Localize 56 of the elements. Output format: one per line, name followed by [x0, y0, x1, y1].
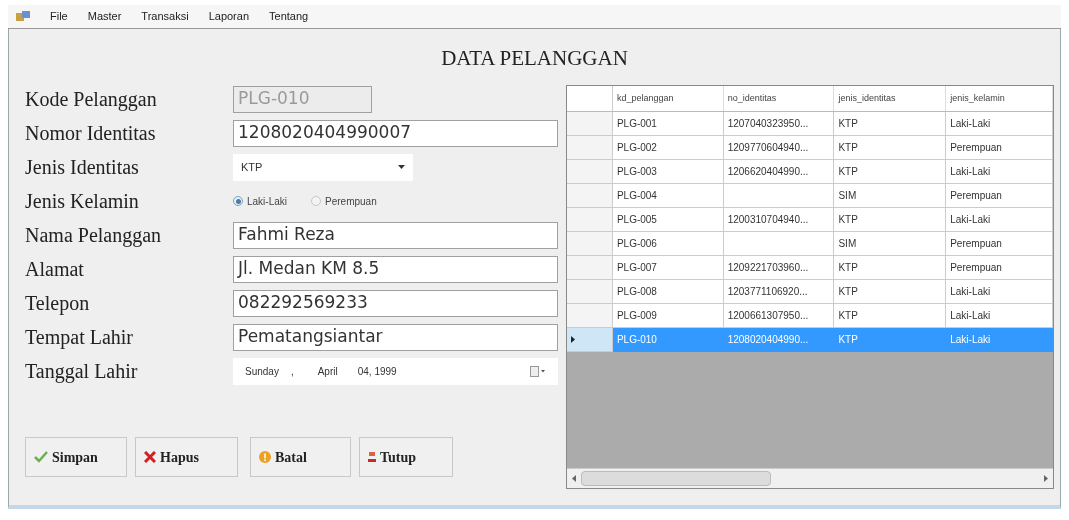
menu-item[interactable]: Master	[87, 8, 122, 25]
close-icon	[144, 451, 156, 463]
date-picker[interactable]: Sunday , April 04, 1999	[233, 357, 558, 385]
menu-item[interactable]: Laporan	[208, 8, 249, 25]
row-pointer-icon	[571, 336, 575, 343]
calendar-icon	[530, 365, 546, 377]
column-header[interactable]: kd_pelanggan	[612, 86, 724, 111]
action-button[interactable]: Batal	[250, 437, 351, 477]
warning-icon	[259, 451, 271, 463]
text-field[interactable]: 082292569233	[233, 289, 558, 317]
table-row[interactable]: PLG-001 1207040323950... KTP Laki-Laki	[567, 112, 1053, 136]
horizontal-scrollbar[interactable]	[567, 468, 1053, 488]
field-label: Tempat Lahir	[25, 325, 134, 351]
identity-dropdown[interactable]: KTP	[233, 153, 413, 181]
table-cell: 1208020404990...	[723, 328, 835, 352]
scroll-left-icon	[572, 475, 576, 482]
menu-item[interactable]: Tentang	[269, 8, 309, 25]
field-label: Telepon	[25, 291, 91, 317]
table-cell: Laki-Laki	[946, 328, 1053, 352]
table-row[interactable]: PLG-008 1203771106920... KTP Laki-Laki	[567, 280, 1053, 304]
table-row[interactable]: PLG-009 1200661307950... KTP Laki-Laki	[567, 304, 1053, 328]
form-title: DATA PELANGGAN	[441, 46, 628, 70]
app-icon	[16, 10, 30, 23]
action-button[interactable]: Tutup	[359, 437, 453, 477]
text-field[interactable]: Fahmi Reza	[233, 221, 558, 249]
field-label: Alamat	[25, 257, 85, 282]
column-header[interactable]: jenis_kelamin	[946, 86, 1053, 111]
menu-item[interactable]: File	[50, 8, 68, 25]
table-row[interactable]: PLG-003 1206620404990... KTP Laki-Laki	[567, 160, 1053, 184]
caret-icon	[398, 165, 405, 169]
table-row[interactable]: PLG-004 SIM Perempuan	[567, 184, 1053, 208]
column-header[interactable]: jenis_identitas	[834, 86, 947, 111]
text-field[interactable]: 1208020404990007	[233, 119, 558, 147]
text-field[interactable]: Pematangsiantar	[233, 323, 558, 351]
action-button[interactable]: Simpan	[25, 437, 127, 477]
table-cell: PLG-010	[612, 328, 724, 352]
table-row[interactable]: PLG-005 1200310704940... KTP Laki-Laki	[567, 208, 1053, 232]
field-label: Kode Pelanggan	[25, 87, 158, 113]
table-cell: KTP	[834, 328, 947, 352]
table-row[interactable]: PLG-007 1209221703960... KTP Perempuan	[567, 256, 1053, 280]
field-label: Jenis Kelamin	[25, 189, 140, 214]
gender-radio[interactable]: Perempuan	[311, 193, 377, 209]
column-header[interactable]: no_identitas	[723, 86, 835, 111]
table-row[interactable]: PLG-006 SIM Perempuan	[567, 232, 1053, 256]
scroll-right-icon	[1044, 475, 1048, 482]
scrollbar-thumb[interactable]	[581, 471, 771, 486]
text-field[interactable]: Jl. Medan KM 8.5	[233, 255, 558, 283]
field-label: Nomor Identitas	[25, 121, 157, 146]
field-label: Nama Pelanggan	[25, 223, 163, 249]
action-button[interactable]: Hapus	[135, 437, 238, 477]
table-row[interactable]: PLG-002 1209770604940... KTP Perempuan	[567, 136, 1053, 160]
check-icon	[34, 451, 48, 463]
menu-item[interactable]: Transaksi	[141, 8, 189, 25]
field-label: Tanggal Lahir	[25, 359, 139, 385]
field-label: Jenis Identitas	[25, 155, 140, 180]
gender-radio[interactable]: Laki-Laki	[233, 193, 288, 209]
